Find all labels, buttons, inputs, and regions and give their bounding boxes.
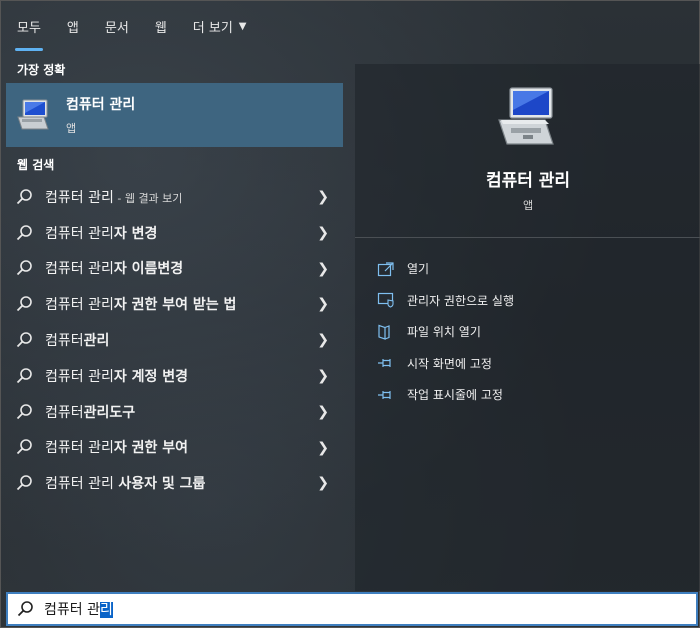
web-result-item[interactable]: 컴퓨터 관리자 변경 ❯ <box>6 215 343 251</box>
best-match-item[interactable]: 컴퓨터 관리 앱 <box>6 83 343 147</box>
chevron-right-icon: ❯ <box>317 367 329 384</box>
action-pin-to-taskbar[interactable]: 작업 표시줄에 고정 <box>377 379 514 411</box>
search-icon <box>17 601 33 617</box>
chevron-right-icon: ❯ <box>317 260 329 277</box>
computer-management-icon <box>498 87 554 145</box>
tab-web[interactable]: 웹 <box>155 1 167 51</box>
tab-apps[interactable]: 앱 <box>67 1 79 51</box>
web-result-item[interactable]: 컴퓨터관리 ❯ <box>6 322 343 358</box>
search-icon <box>16 296 32 312</box>
chevron-right-icon: ❯ <box>317 224 329 241</box>
search-icon <box>16 368 32 384</box>
tab-documents[interactable]: 문서 <box>105 1 129 51</box>
action-run-as-admin[interactable]: 관리자 권한으로 실행 <box>377 285 514 317</box>
web-results-list: 컴퓨터 관리 - 웹 결과 보기 ❯ 컴퓨터 관리자 변경 ❯ 컴퓨터 관리자 … <box>6 179 343 501</box>
preview-header: 컴퓨터 관리 앱 <box>355 64 700 237</box>
search-icon <box>16 439 32 455</box>
web-result-item[interactable]: 컴퓨터 관리자 계정 변경 ❯ <box>6 358 343 394</box>
chevron-down-icon: ▼ <box>238 20 247 32</box>
preview-type: 앱 <box>522 199 534 212</box>
web-search-heading: 웹 검색 <box>17 158 55 172</box>
chevron-right-icon: ❯ <box>317 475 329 492</box>
shield-run-icon <box>377 293 394 308</box>
action-open[interactable]: 열기 <box>377 253 514 285</box>
chevron-right-icon: ❯ <box>317 332 329 349</box>
chevron-right-icon: ❯ <box>317 403 329 420</box>
tab-more[interactable]: 더 보기 ▼ <box>193 1 247 51</box>
web-result-item[interactable]: 컴퓨터관리도구 ❯ <box>6 394 343 430</box>
search-icon <box>16 260 32 276</box>
web-result-item[interactable]: 컴퓨터 관리자 권한 부여 ❯ <box>6 430 343 466</box>
web-result-item[interactable]: 컴퓨터 관리자 이름변경 ❯ <box>6 251 343 287</box>
web-result-item[interactable]: 컴퓨터 관리 - 웹 결과 보기 ❯ <box>6 179 343 215</box>
open-icon <box>377 262 394 276</box>
search-box[interactable]: 컴퓨터 관리 <box>6 592 698 626</box>
web-result-item[interactable]: 컴퓨터 관리자 권한 부여 받는 법 ❯ <box>6 286 343 322</box>
search-icon <box>16 403 32 419</box>
folder-icon <box>378 324 390 340</box>
search-icon <box>16 224 32 240</box>
chevron-right-icon: ❯ <box>317 439 329 456</box>
pin-icon <box>378 359 391 368</box>
filter-tabs: 모두 앱 문서 웹 더 보기 ▼ <box>1 1 700 51</box>
search-icon <box>16 189 32 205</box>
chevron-right-icon: ❯ <box>317 296 329 313</box>
best-match-type: 앱 <box>66 122 77 135</box>
results-column: 가장 정확 컴퓨터 관리 앱 웹 검색 컴퓨터 관리 - 웹 결과 보기 ❯ 컴… <box>1 51 343 591</box>
text-selection: 리 <box>99 602 113 618</box>
start-search-panel: 모두 앱 문서 웹 더 보기 ▼ 가장 정확 컴퓨터 관리 앱 웹 검색 컴퓨터… <box>0 0 700 628</box>
web-result-item[interactable]: 컴퓨터 관리 사용자 및 그룹 ❯ <box>6 465 343 501</box>
action-open-file-location[interactable]: 파일 위치 열기 <box>377 316 514 348</box>
preview-actions: 열기 관리자 권한으로 실행 파일 위치 열기 시작 화면에 고정 작업 표시줄… <box>377 253 514 411</box>
search-input[interactable]: 컴퓨터 관리 <box>44 599 113 619</box>
best-match-heading: 가장 정확 <box>17 63 66 77</box>
tab-all[interactable]: 모두 <box>15 1 43 51</box>
search-icon <box>16 332 32 348</box>
preview-title: 컴퓨터 관리 <box>485 171 571 191</box>
search-icon <box>16 475 32 491</box>
pin-icon <box>378 390 391 399</box>
chevron-right-icon: ❯ <box>317 189 329 205</box>
preview-pane: 컴퓨터 관리 앱 열기 관리자 권한으로 실행 파일 위치 열기 시작 화면에 … <box>355 64 700 591</box>
divider <box>355 237 700 238</box>
action-pin-to-start[interactable]: 시작 화면에 고정 <box>377 348 514 380</box>
computer-management-icon <box>17 99 49 130</box>
best-match-title: 컴퓨터 관리 <box>66 97 136 113</box>
